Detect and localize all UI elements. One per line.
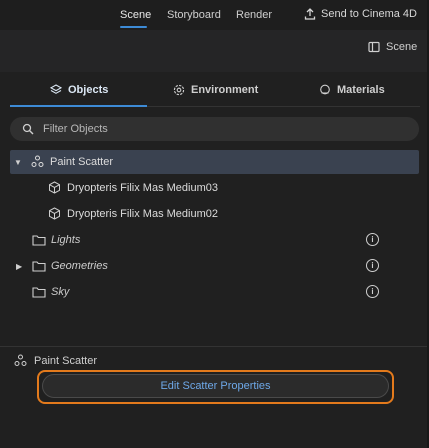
tree-item-lights[interactable]: Lights i: [10, 228, 419, 252]
tree-item-label: Dryopteris Filix Mas Medium02: [67, 208, 218, 220]
environment-icon: [173, 84, 185, 96]
tree-item-label: Geometries: [51, 260, 108, 272]
active-panel-tab-indicator: [10, 105, 147, 107]
cube-icon: [49, 207, 60, 220]
tree-item-label: Dryopteris Filix Mas Medium03: [67, 182, 218, 194]
scene-toggle-label: Scene: [386, 41, 418, 53]
tab-objects[interactable]: Objects: [50, 84, 108, 96]
tree-item-label: Paint Scatter: [50, 156, 113, 168]
properties-section-label: Paint Scatter: [34, 354, 97, 367]
info-icon[interactable]: i: [366, 233, 379, 246]
scatter-icon: [14, 354, 27, 366]
tree-item-paint-scatter[interactable]: ▼ Paint Scatter: [10, 150, 419, 174]
folder-icon: [32, 235, 46, 246]
tab-materials-label: Materials: [337, 84, 385, 96]
upload-icon: [304, 8, 316, 20]
tab-objects-label: Objects: [68, 84, 109, 96]
top-bar: Scene Storyboard Render Send to Cinema 4…: [0, 0, 429, 30]
tree-item-label: Sky: [51, 286, 70, 298]
edit-scatter-properties-button[interactable]: Edit Scatter Properties: [42, 374, 389, 398]
cube-icon: [49, 181, 60, 194]
send-label: Send to Cinema 4D: [321, 8, 417, 20]
section-divider: [0, 346, 429, 347]
chevron-right-icon[interactable]: ▶: [16, 262, 22, 271]
properties-section-header: Paint Scatter: [14, 354, 97, 367]
tree-item-geometries[interactable]: ▶ Geometries i: [10, 254, 419, 278]
folder-icon: [32, 261, 46, 272]
tab-environment[interactable]: Environment: [173, 84, 258, 96]
tab-environment-label: Environment: [191, 84, 259, 96]
tab-render[interactable]: Render: [236, 9, 272, 21]
scene-panel-toggle[interactable]: Scene: [368, 41, 417, 53]
active-tab-indicator: [120, 26, 147, 28]
tab-scene[interactable]: Scene: [120, 9, 151, 21]
filter-objects-input[interactable]: [43, 117, 403, 141]
tab-materials[interactable]: Materials: [319, 84, 385, 96]
folder-icon: [32, 287, 46, 298]
material-icon: [320, 84, 330, 95]
search-icon: [22, 123, 34, 135]
tree-item-sky[interactable]: Sky i: [10, 280, 419, 304]
chevron-down-icon[interactable]: ▼: [14, 158, 22, 167]
filter-bar: [10, 117, 419, 141]
scatter-icon: [31, 155, 44, 167]
tree-item-dryopteris-02[interactable]: Dryopteris Filix Mas Medium02: [10, 202, 419, 226]
tab-storyboard[interactable]: Storyboard: [167, 9, 221, 21]
info-icon[interactable]: i: [366, 285, 379, 298]
layers-icon: [50, 84, 62, 94]
send-to-cinema4d-button[interactable]: Send to Cinema 4D: [304, 8, 417, 20]
panel-icon: [368, 41, 380, 53]
tree-item-dryopteris-03[interactable]: Dryopteris Filix Mas Medium03: [10, 176, 419, 200]
tree-item-label: Lights: [51, 234, 81, 246]
info-icon[interactable]: i: [366, 259, 379, 272]
